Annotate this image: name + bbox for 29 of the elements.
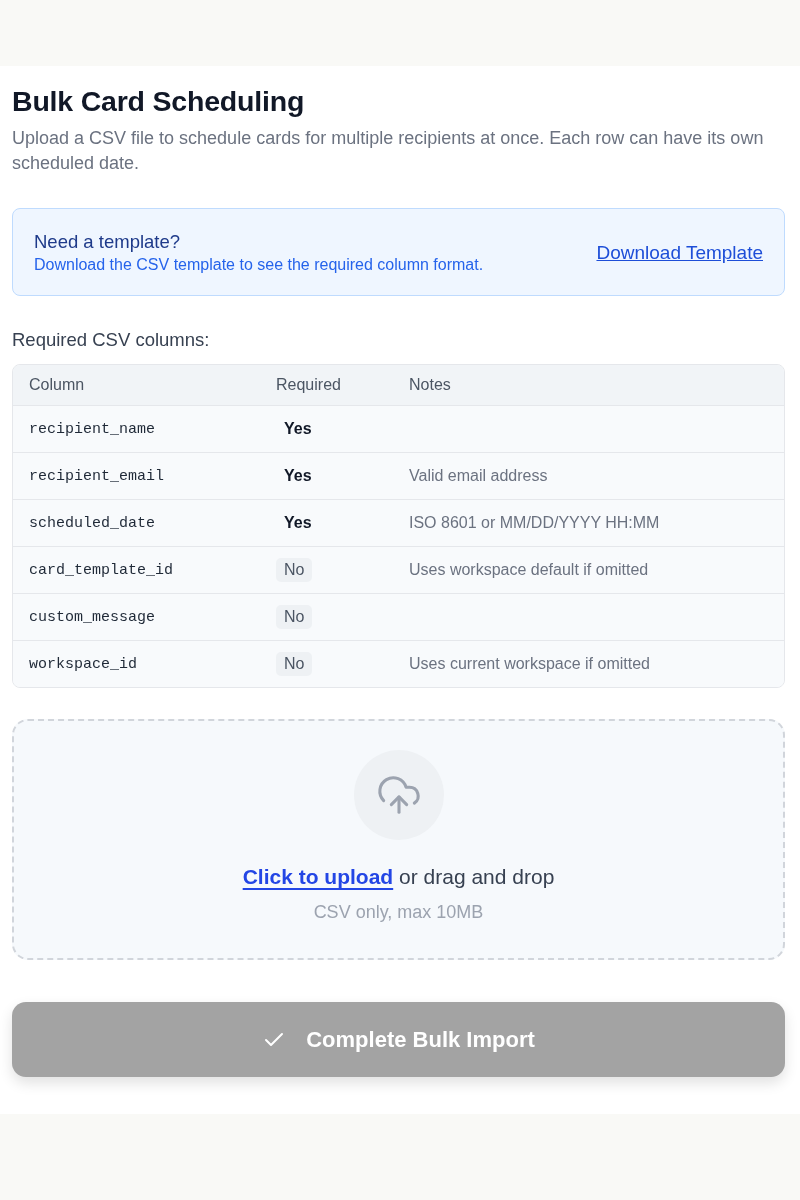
notice-text: Download the CSV template to see the required column format. bbox=[34, 255, 484, 275]
column-name-cell: custom_message bbox=[29, 608, 156, 626]
column-name-cell: recipient_email bbox=[29, 467, 165, 485]
page-description: Upload a CSV file to schedule cards for multiple recipients at once. Each row can have its own scheduled date. bbox=[12, 127, 765, 175]
optional-tag: No bbox=[276, 605, 313, 629]
upload-dropzone[interactable]: Click to upload or drag and drop CSV only, max 10MB bbox=[12, 719, 785, 960]
notes-cell: ISO 8601 or MM/DD/YYYY HH:MM bbox=[409, 514, 660, 532]
download-template-link[interactable]: Download Template bbox=[596, 241, 763, 264]
column-name-cell: scheduled_date bbox=[29, 514, 156, 532]
upload-instruction: Click to upload or drag and drop bbox=[242, 864, 555, 890]
required-label: Yes bbox=[283, 419, 313, 439]
click-to-upload-link[interactable]: Click to upload bbox=[242, 865, 394, 888]
notice-title: Need a template? bbox=[34, 230, 181, 253]
notes-cell: Uses workspace default if omitted bbox=[409, 561, 649, 579]
notes-cell: Uses current workspace if omitted bbox=[409, 655, 650, 673]
column-name-cell: workspace_id bbox=[29, 655, 138, 673]
optional-tag: No bbox=[276, 652, 313, 676]
required-label: Yes bbox=[283, 513, 313, 533]
column-header: Required bbox=[276, 376, 341, 394]
section-heading: Required CSV columns: bbox=[12, 328, 210, 352]
column-name-cell: card_template_id bbox=[29, 561, 174, 579]
optional-tag: No bbox=[276, 558, 313, 582]
upload-hint: CSV only, max 10MB bbox=[313, 901, 484, 924]
column-name-cell: recipient_name bbox=[29, 420, 156, 438]
notes-cell: Valid email address bbox=[409, 467, 548, 485]
required-label: Yes bbox=[283, 466, 313, 486]
page-title: Bulk Card Scheduling bbox=[12, 84, 305, 118]
column-header: Notes bbox=[409, 376, 451, 394]
column-header: Column bbox=[29, 376, 85, 394]
